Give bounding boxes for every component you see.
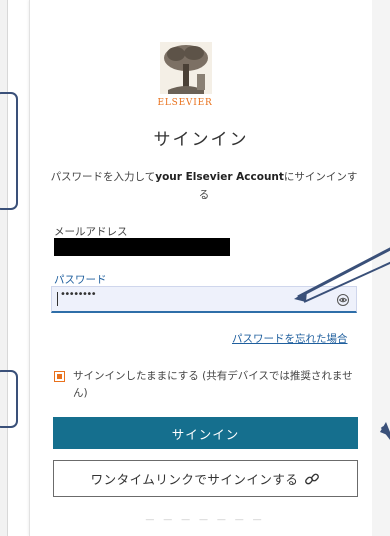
window-edge bbox=[0, 0, 8, 536]
callout-bracket-top bbox=[0, 92, 18, 210]
one-time-link-label: ワンタイムリンクでサインインする bbox=[90, 472, 299, 487]
account-name: your Elsevier Account bbox=[155, 171, 284, 183]
signin-instruction: パスワードを入力してyour Elsevier Accountにサインインする bbox=[48, 168, 360, 204]
forgot-password-link[interactable]: パスワードを忘れた場合 bbox=[232, 331, 348, 346]
email-label: メールアドレス bbox=[54, 226, 128, 238]
cut-off-text: — — — — — — — bbox=[145, 515, 265, 525]
eye-icon[interactable] bbox=[336, 293, 350, 307]
password-input[interactable]: •••••••• bbox=[51, 286, 357, 313]
password-masked-value: •••••••• bbox=[60, 289, 97, 300]
password-label: パスワード bbox=[54, 274, 107, 286]
checkbox-check-mark bbox=[57, 374, 62, 379]
one-time-link-button[interactable]: ワンタイムリンクでサインインする bbox=[53, 460, 358, 497]
page-title: サインイン bbox=[153, 130, 249, 150]
elsevier-wordmark: ELSEVIER bbox=[157, 98, 213, 108]
background-edge bbox=[372, 0, 390, 536]
stay-signed-in-checkbox[interactable] bbox=[54, 371, 65, 382]
text-cursor bbox=[57, 292, 58, 306]
stay-signed-in-label: サインインしたままにする (共有デバイスでは推奨されません) bbox=[73, 370, 353, 399]
signin-button[interactable]: サインイン bbox=[53, 417, 358, 449]
callout-bracket-bottom bbox=[0, 370, 18, 428]
instruction-prefix: パスワードを入力して bbox=[50, 171, 156, 183]
email-redacted-value bbox=[54, 238, 230, 256]
link-icon bbox=[305, 473, 320, 484]
